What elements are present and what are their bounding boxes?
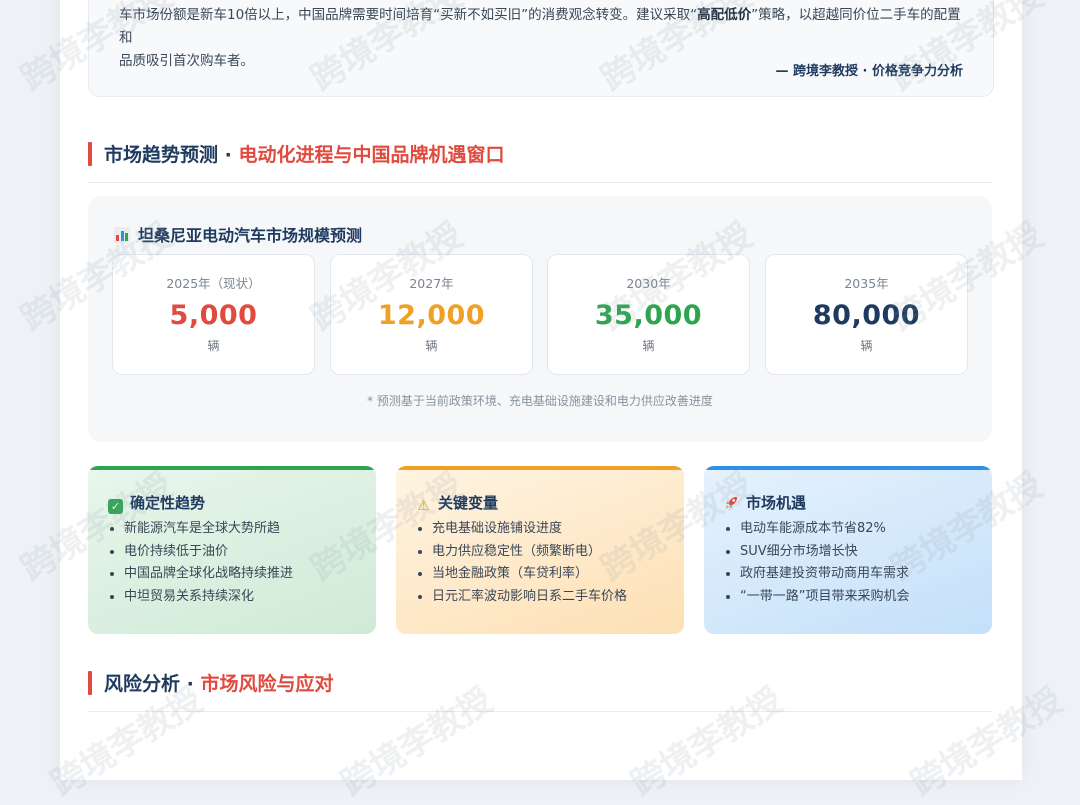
rocket-icon bbox=[724, 495, 739, 510]
forecast-card: 2030年 35,000 辆 bbox=[547, 254, 750, 375]
forecast-year: 2035年 bbox=[844, 276, 889, 291]
section-heading-bar bbox=[88, 142, 92, 166]
card-list: 电动车能源成本节省82% SUV细分市场增长快 政府基建投资带动商用车需求 “一… bbox=[724, 518, 909, 608]
card-title: ✓ 确定性趋势 bbox=[108, 492, 205, 514]
forecast-value: 80,000 bbox=[812, 300, 921, 331]
warning-icon: ⚠ bbox=[417, 498, 430, 514]
list-item: 中国品牌全球化战略持续推进 bbox=[124, 563, 293, 586]
card-title-text: 市场机遇 bbox=[746, 494, 807, 512]
section-title-accent: 电动化进程与中国品牌机遇窗口 bbox=[238, 144, 505, 166]
quote-text-part: 车市场份额是新车10倍以上，中国品牌需要时间培育“买新不如买旧”的消费观念转变。… bbox=[119, 7, 698, 23]
card-topline bbox=[704, 466, 992, 470]
list-item: SUV细分市场增长快 bbox=[740, 541, 909, 564]
card-title: 市场机遇 bbox=[724, 492, 806, 513]
forecast-unit: 辆 bbox=[860, 339, 873, 353]
quote-signature: — 跨境李教授 · 价格竞争力分析 bbox=[775, 64, 963, 79]
list-item: 电动车能源成本节省82% bbox=[740, 518, 909, 541]
section-title-accent: 市场风险与应对 bbox=[200, 673, 334, 695]
list-item: 政府基建投资带动商用车需求 bbox=[740, 563, 909, 586]
forecast-value: 5,000 bbox=[169, 300, 258, 331]
article-page: 车市场份额是新车10倍以上，中国品牌需要时间培育“买新不如买旧”的消费观念转变。… bbox=[60, 0, 1022, 780]
forecast-unit: 辆 bbox=[207, 339, 220, 353]
card-certain-trends: ✓ 确定性趋势 新能源汽车是全球大势所趋 电价持续低于油价 中国品牌全球化战略持续… bbox=[88, 466, 376, 634]
forecast-panel: 坦桑尼亚电动汽车市场规模预测 2025年（现状） 5,000 辆 2027年 1… bbox=[88, 196, 992, 442]
card-key-variables: ⚠ 关键变量 充电基础设施铺设进度 电力供应稳定性（频繁断电） 当地金融政策（车贷… bbox=[396, 466, 684, 634]
forecast-year: 2030年 bbox=[626, 276, 671, 291]
forecast-title-text: 坦桑尼亚电动汽车市场规模预测 bbox=[138, 226, 363, 245]
section-title: 风险分析 · 市场风险与应对 bbox=[104, 669, 333, 696]
section-title-main: 风险分析 · bbox=[104, 673, 201, 695]
list-item: 中坦贸易关系持续深化 bbox=[124, 586, 293, 609]
list-item: 日元汇率波动影响日系二手车价格 bbox=[432, 586, 627, 609]
check-icon: ✓ bbox=[108, 499, 123, 514]
forecast-year: 2027年 bbox=[409, 276, 454, 291]
card-market-opportunities: 市场机遇 电动车能源成本节省82% SUV细分市场增长快 政府基建投资带动商用车… bbox=[704, 466, 992, 634]
card-title: ⚠ 关键变量 bbox=[416, 492, 498, 514]
card-title-text: 确定性趋势 bbox=[130, 494, 206, 512]
forecast-card: 2027年 12,000 辆 bbox=[330, 254, 533, 375]
section-heading-bar bbox=[88, 671, 92, 695]
card-topline bbox=[396, 466, 684, 470]
card-topline bbox=[88, 466, 376, 470]
forecast-title: 坦桑尼亚电动汽车市场规模预测 bbox=[114, 222, 362, 246]
forecast-note: * 预测基于当前政策环境、充电基础设施建设和电力供应改善进度 bbox=[367, 394, 713, 408]
list-item: 充电基础设施铺设进度 bbox=[432, 518, 627, 541]
bar-chart-icon bbox=[114, 227, 130, 243]
quote-text-bold: 高配低价 bbox=[697, 7, 752, 23]
forecast-unit: 辆 bbox=[425, 339, 438, 353]
quote-text-part: 品质吸引首次购车者。 bbox=[119, 53, 254, 69]
quote-box: 车市场份额是新车10倍以上，中国品牌需要时间培育“买新不如买旧”的消费观念转变。… bbox=[88, 0, 994, 97]
section-heading-risk: 风险分析 · 市场风险与应对 bbox=[88, 667, 992, 712]
list-item: 新能源汽车是全球大势所趋 bbox=[124, 518, 293, 541]
section-title: 市场趋势预测 · 电动化进程与中国品牌机遇窗口 bbox=[104, 140, 504, 167]
forecast-card: 2025年（现状） 5,000 辆 bbox=[112, 254, 315, 375]
card-list: 充电基础设施铺设进度 电力供应稳定性（频繁断电） 当地金融政策（车贷利率） 日元… bbox=[416, 518, 627, 608]
list-item: 当地金融政策（车贷利率） bbox=[432, 563, 627, 586]
forecast-value: 12,000 bbox=[377, 300, 486, 331]
section-title-main: 市场趋势预测 · bbox=[104, 144, 239, 166]
section-heading-trend: 市场趋势预测 · 电动化进程与中国品牌机遇窗口 bbox=[88, 138, 992, 183]
forecast-card: 2035年 80,000 辆 bbox=[765, 254, 968, 375]
list-item: 电力供应稳定性（频繁断电） bbox=[432, 541, 627, 564]
card-title-text: 关键变量 bbox=[438, 494, 499, 512]
forecast-value: 35,000 bbox=[594, 300, 703, 331]
list-item: “一带一路”项目带来采购机会 bbox=[740, 586, 909, 609]
forecast-year: 2025年（现状） bbox=[166, 276, 261, 291]
list-item: 电价持续低于油价 bbox=[124, 541, 293, 564]
forecast-unit: 辆 bbox=[642, 339, 655, 353]
card-list: 新能源汽车是全球大势所趋 电价持续低于油价 中国品牌全球化战略持续推进 中坦贸易… bbox=[108, 518, 293, 608]
